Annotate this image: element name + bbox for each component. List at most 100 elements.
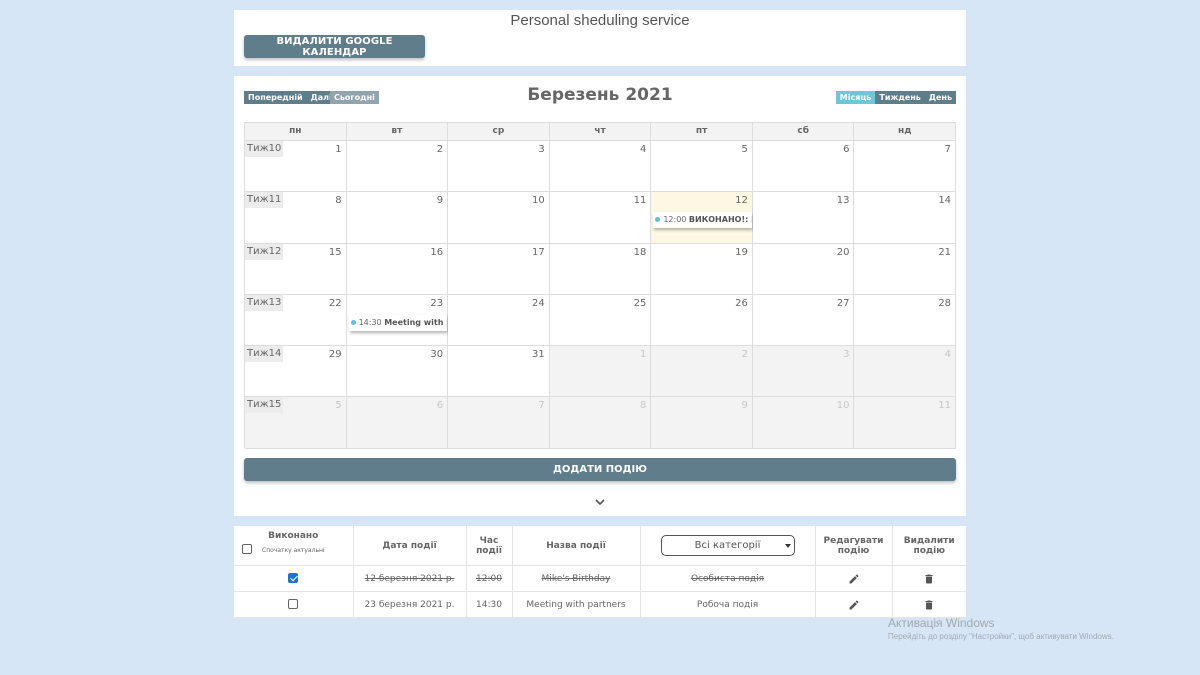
day-number[interactable]: 6: [437, 400, 443, 411]
day-number[interactable]: 19: [735, 247, 748, 258]
day-cell[interactable]: 7: [448, 397, 550, 449]
pencil-icon[interactable]: [816, 573, 892, 585]
day-number[interactable]: 26: [735, 298, 748, 309]
done-checkbox[interactable]: [288, 573, 299, 584]
day-cell[interactable]: 18: [549, 243, 652, 295]
day-cell[interactable]: 11: [549, 192, 652, 244]
day-number[interactable]: 29: [329, 349, 342, 360]
category-select[interactable]: Всі категорії: [660, 535, 795, 556]
day-cell[interactable]: 14: [854, 192, 957, 244]
day-cell[interactable]: 20: [752, 243, 855, 295]
day-number[interactable]: 22: [329, 298, 342, 309]
day-cell[interactable]: 7: [854, 141, 957, 193]
day-number[interactable]: 17: [532, 247, 545, 258]
day-cell[interactable]: 2: [651, 346, 753, 398]
day-number[interactable]: 5: [335, 400, 341, 411]
trash-icon[interactable]: [893, 573, 967, 585]
day-number[interactable]: 13: [837, 195, 850, 206]
day-cell[interactable]: 17: [448, 243, 550, 295]
day-cell[interactable]: Тиж11 8: [245, 192, 347, 244]
day-number[interactable]: 4: [945, 349, 951, 360]
day-number[interactable]: 8: [335, 195, 341, 206]
day-cell[interactable]: 3: [448, 141, 550, 193]
day-cell[interactable]: Тиж14 29: [245, 346, 347, 398]
day-cell[interactable]: 13: [752, 192, 855, 244]
day-cell[interactable]: 3: [752, 346, 855, 398]
done-checkbox[interactable]: [288, 599, 299, 610]
add-event-button[interactable]: ДОДАТИ ПОДІЮ: [244, 458, 956, 481]
day-cell[interactable]: 5: [651, 141, 753, 193]
day-number[interactable]: 9: [742, 400, 748, 411]
day-number[interactable]: 27: [837, 298, 850, 309]
day-view-button[interactable]: День: [924, 91, 956, 104]
select-all-checkbox[interactable]: [242, 544, 252, 554]
day-cell[interactable]: Тиж15 5: [245, 397, 347, 449]
day-number[interactable]: 11: [634, 195, 647, 206]
day-number[interactable]: 6: [843, 144, 849, 155]
day-number[interactable]: 28: [938, 298, 951, 309]
day-cell[interactable]: 25: [549, 294, 652, 347]
week-number-link[interactable]: Тиж13: [245, 294, 284, 311]
day-cell[interactable]: 2: [346, 141, 449, 193]
day-number[interactable]: 31: [532, 349, 545, 360]
day-cell[interactable]: 28: [854, 294, 957, 347]
trash-icon[interactable]: [893, 599, 967, 611]
day-number[interactable]: 2: [437, 144, 443, 155]
day-cell[interactable]: 12 12:00 ВИКОНАНО!: M: [651, 192, 753, 244]
day-number[interactable]: 23: [430, 298, 443, 309]
day-cell[interactable]: 4: [854, 346, 957, 398]
day-number[interactable]: 8: [640, 400, 646, 411]
day-cell[interactable]: 1: [549, 346, 652, 398]
day-cell[interactable]: 6: [346, 397, 449, 449]
day-number[interactable]: 2: [742, 349, 748, 360]
week-number-link[interactable]: Тиж12: [245, 243, 284, 260]
week-number-link[interactable]: Тиж15: [245, 397, 284, 414]
day-number[interactable]: 14: [938, 195, 951, 206]
week-view-button[interactable]: Тиждень: [875, 91, 925, 104]
day-number[interactable]: 3: [538, 144, 544, 155]
day-number[interactable]: 20: [837, 247, 850, 258]
day-number[interactable]: 12: [735, 195, 748, 206]
week-number-link[interactable]: Тиж14: [245, 346, 284, 363]
day-number[interactable]: 21: [938, 247, 951, 258]
day-number[interactable]: 15: [329, 247, 342, 258]
day-cell[interactable]: Тиж12 15: [245, 243, 347, 295]
calendar-event[interactable]: 12:00 ВИКОНАНО!: M: [653, 212, 752, 229]
day-cell[interactable]: 31: [448, 346, 550, 398]
week-number-link[interactable]: Тиж11: [245, 192, 284, 209]
day-number[interactable]: 1: [640, 349, 646, 360]
day-number[interactable]: 24: [532, 298, 545, 309]
chevron-down-icon[interactable]: [234, 496, 966, 509]
delete-google-calendar-button[interactable]: ВИДАЛИТИ GOOGLE КАЛЕНДАР: [244, 35, 425, 58]
day-cell[interactable]: 30: [346, 346, 449, 398]
day-number[interactable]: 4: [640, 144, 646, 155]
day-cell[interactable]: 21: [854, 243, 957, 295]
day-cell[interactable]: Тиж13 22: [245, 294, 347, 347]
day-cell[interactable]: 27: [752, 294, 855, 347]
day-cell[interactable]: 4: [549, 141, 652, 193]
day-number[interactable]: 1: [335, 144, 341, 155]
day-number[interactable]: 3: [843, 349, 849, 360]
day-number[interactable]: 11: [938, 400, 951, 411]
day-cell[interactable]: 10: [752, 397, 855, 449]
day-cell[interactable]: 23 14:30 Meeting with pa: [346, 294, 449, 347]
day-number[interactable]: 30: [430, 349, 443, 360]
day-number[interactable]: 16: [430, 247, 443, 258]
day-cell[interactable]: Тиж10 1: [245, 141, 347, 193]
day-number[interactable]: 10: [532, 195, 545, 206]
day-cell[interactable]: 8: [549, 397, 652, 449]
day-cell[interactable]: 16: [346, 243, 449, 295]
actual-first-label[interactable]: Спочатку актуальні: [262, 547, 325, 554]
day-number[interactable]: 5: [742, 144, 748, 155]
day-number[interactable]: 25: [634, 298, 647, 309]
day-cell[interactable]: 9: [346, 192, 449, 244]
day-cell[interactable]: 11: [854, 397, 957, 449]
month-view-button[interactable]: Місяць: [835, 91, 876, 104]
day-cell[interactable]: 6: [752, 141, 855, 193]
day-number[interactable]: 7: [538, 400, 544, 411]
day-number[interactable]: 9: [437, 195, 443, 206]
calendar-event[interactable]: 14:30 Meeting with pa: [348, 314, 448, 331]
day-number[interactable]: 10: [837, 400, 850, 411]
day-cell[interactable]: 9: [651, 397, 753, 449]
week-number-link[interactable]: Тиж10: [245, 141, 284, 157]
